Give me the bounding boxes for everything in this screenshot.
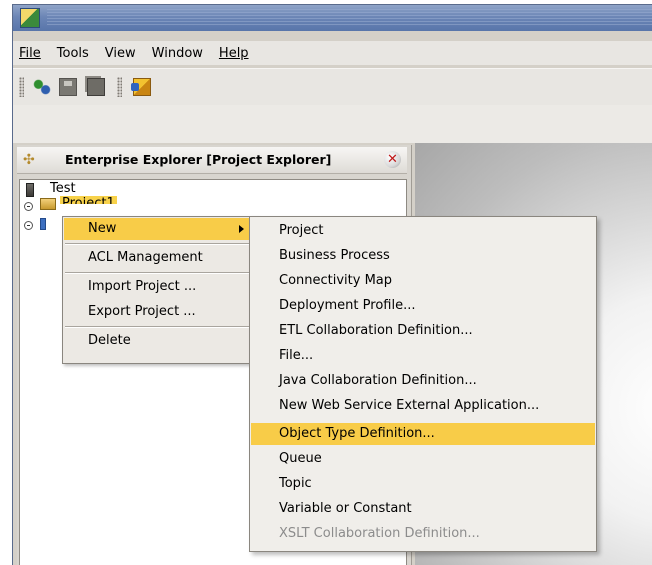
- tree-project-label[interactable]: Project1: [60, 196, 117, 204]
- toolbar-strip: [13, 105, 652, 143]
- save-icon[interactable]: [59, 78, 77, 96]
- menu-help[interactable]: Help: [219, 46, 249, 61]
- menu-separator: [65, 326, 253, 328]
- context-item-import-project[interactable]: Import Project ...: [64, 276, 254, 298]
- explorer-title: Enterprise Explorer [Project Explorer]: [65, 152, 332, 167]
- refresh-icon[interactable]: [33, 78, 51, 96]
- context-item-new[interactable]: New: [64, 218, 254, 240]
- expand-toggle-icon[interactable]: [24, 221, 33, 230]
- explorer-icon: ✣: [23, 152, 35, 168]
- toolbar-grip[interactable]: [19, 77, 24, 97]
- explorer-header: ✣ Enterprise Explorer [Project Explorer]…: [17, 147, 407, 174]
- menu-bar: File Tools View Window Help: [13, 41, 652, 65]
- menu-tools[interactable]: Tools: [57, 46, 89, 61]
- save-all-icon[interactable]: [87, 78, 105, 96]
- submenu-item-business-process[interactable]: Business Process: [251, 245, 595, 267]
- expand-toggle-icon[interactable]: [24, 202, 33, 211]
- menu-file[interactable]: File: [19, 46, 41, 61]
- title-bar[interactable]: [13, 5, 652, 31]
- submenu-item-connectivity-map[interactable]: Connectivity Map: [251, 270, 595, 292]
- context-item-export-project[interactable]: Export Project ...: [64, 301, 254, 323]
- submenu-item-object-type-definition[interactable]: Object Type Definition...: [251, 423, 595, 445]
- screenshot: File Tools View Window Help ✣ Enterprise…: [0, 0, 652, 565]
- submenu-item-variable-or-constant[interactable]: Variable or Constant: [251, 498, 595, 520]
- app-logo-icon: [20, 8, 40, 28]
- submenu-item-xslt-collaboration: XSLT Collaboration Definition...: [279, 526, 480, 541]
- submenu-item-web-service-application[interactable]: New Web Service External Application...: [251, 395, 595, 417]
- menu-separator: [65, 272, 253, 274]
- import-icon[interactable]: [131, 78, 151, 96]
- submenu-item-project[interactable]: Project: [251, 220, 595, 242]
- environment-icon: [40, 218, 46, 230]
- tree-root-label[interactable]: Test: [50, 181, 76, 196]
- new-submenu: Project Business Process Connectivity Ma…: [249, 216, 597, 552]
- submenu-item-topic[interactable]: Topic: [251, 473, 595, 495]
- submenu-item-deployment-profile[interactable]: Deployment Profile...: [251, 295, 595, 317]
- menu-window[interactable]: Window: [152, 46, 203, 61]
- submenu-item-etl-collaboration[interactable]: ETL Collaboration Definition...: [251, 320, 595, 342]
- context-item-acl-management[interactable]: ACL Management: [64, 247, 254, 269]
- submenu-item-file[interactable]: File...: [251, 345, 595, 367]
- menu-view[interactable]: View: [105, 46, 136, 61]
- menu-separator: [65, 243, 253, 245]
- context-item-delete[interactable]: Delete: [64, 330, 254, 352]
- submenu-item-java-collaboration[interactable]: Java Collaboration Definition...: [251, 370, 595, 392]
- context-menu: New ACL Management Import Project ... Ex…: [62, 216, 258, 364]
- context-item-label: New: [88, 221, 117, 236]
- close-icon[interactable]: ✕: [384, 151, 401, 168]
- server-icon: [26, 183, 34, 197]
- project-folder-icon: [40, 198, 56, 210]
- toolbar-grip[interactable]: [117, 77, 122, 97]
- submenu-item-queue[interactable]: Queue: [251, 448, 595, 470]
- toolbar: [13, 68, 652, 106]
- submenu-arrow-icon: [239, 225, 244, 233]
